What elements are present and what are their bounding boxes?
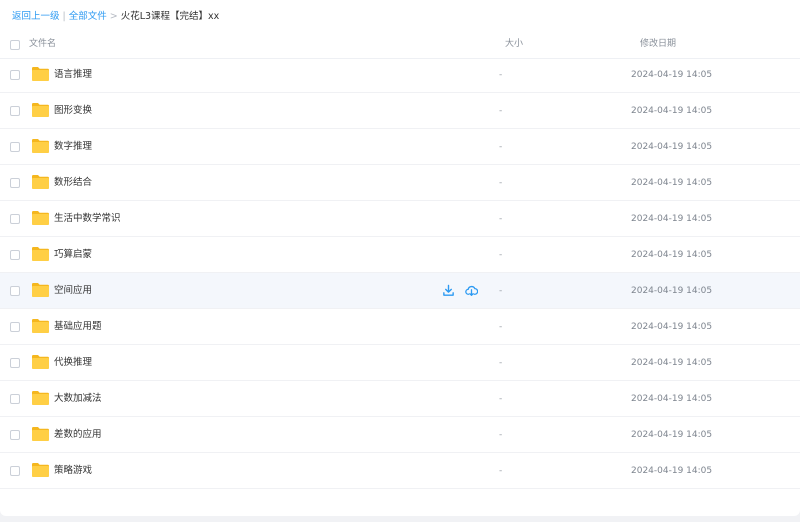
file-size: - <box>499 178 503 188</box>
file-name[interactable]: 代换推理 <box>54 345 92 381</box>
breadcrumb-separator: | <box>62 11 66 22</box>
file-list-panel: 返回上一级 | 全部文件 > 火花L3课程【完结】xx 文件名 大小 修改日期 语言推理… <box>0 0 800 516</box>
file-modified-date: 2024-04-19 14:05 <box>631 286 713 296</box>
folder-icon <box>32 463 49 477</box>
folder-icon <box>32 391 49 405</box>
table-row[interactable]: 空间应用 - 2024-04-19 14:05 <box>0 273 800 309</box>
file-name[interactable]: 空间应用 <box>54 273 92 309</box>
file-size: - <box>499 466 503 476</box>
table-row[interactable]: 差数的应用 - 2024-04-19 14:05 <box>0 417 800 453</box>
download-icon[interactable] <box>442 284 455 297</box>
row-checkbox[interactable] <box>10 358 20 368</box>
select-all-checkbox[interactable] <box>10 40 20 50</box>
folder-icon <box>32 283 49 297</box>
row-checkbox[interactable] <box>10 214 20 224</box>
file-modified-date: 2024-04-19 14:05 <box>631 106 713 116</box>
file-name[interactable]: 巧算启蒙 <box>54 237 92 273</box>
folder-icon <box>32 247 49 261</box>
table-row[interactable]: 大数加减法 - 2024-04-19 14:05 <box>0 381 800 417</box>
folder-icon <box>32 67 49 81</box>
file-size: - <box>499 250 503 260</box>
table-row[interactable]: 策略游戏 - 2024-04-19 14:05 <box>0 453 800 489</box>
table-row[interactable]: 巧算启蒙 - 2024-04-19 14:05 <box>0 237 800 273</box>
file-name[interactable]: 基础应用题 <box>54 309 102 345</box>
file-modified-date: 2024-04-19 14:05 <box>631 142 713 152</box>
row-checkbox[interactable] <box>10 466 20 476</box>
table-header: 文件名 大小 修改日期 <box>0 30 800 59</box>
file-modified-date: 2024-04-19 14:05 <box>631 70 713 80</box>
file-rows: 语言推理 - 2024-04-19 14:05 图形变换 - 2024-04-1… <box>0 57 800 489</box>
file-modified-date: 2024-04-19 14:05 <box>631 358 713 368</box>
row-checkbox[interactable] <box>10 142 20 152</box>
file-modified-date: 2024-04-19 14:05 <box>631 466 713 476</box>
column-modified-header[interactable]: 修改日期 <box>640 30 676 58</box>
file-size: - <box>499 286 503 296</box>
file-size: - <box>499 142 503 152</box>
file-name[interactable]: 生活中数学常识 <box>54 201 121 237</box>
file-modified-date: 2024-04-19 14:05 <box>631 178 713 188</box>
row-checkbox[interactable] <box>10 286 20 296</box>
all-files-link[interactable]: 全部文件 <box>69 11 107 22</box>
back-link[interactable]: 返回上一级 <box>12 11 60 22</box>
table-row[interactable]: 数形结合 - 2024-04-19 14:05 <box>0 165 800 201</box>
file-size: - <box>499 322 503 332</box>
file-name[interactable]: 图形变换 <box>54 93 92 129</box>
folder-icon <box>32 175 49 189</box>
table-row[interactable]: 基础应用题 - 2024-04-19 14:05 <box>0 309 800 345</box>
file-modified-date: 2024-04-19 14:05 <box>631 394 713 404</box>
table-row[interactable]: 数字推理 - 2024-04-19 14:05 <box>0 129 800 165</box>
table-row[interactable]: 语言推理 - 2024-04-19 14:05 <box>0 57 800 93</box>
table-row[interactable]: 图形变换 - 2024-04-19 14:05 <box>0 93 800 129</box>
row-checkbox[interactable] <box>10 250 20 260</box>
table-row[interactable]: 代换推理 - 2024-04-19 14:05 <box>0 345 800 381</box>
table-row[interactable]: 生活中数学常识 - 2024-04-19 14:05 <box>0 201 800 237</box>
cloud-download-icon[interactable] <box>465 284 478 297</box>
row-checkbox[interactable] <box>10 394 20 404</box>
file-size: - <box>499 394 503 404</box>
file-modified-date: 2024-04-19 14:05 <box>631 250 713 260</box>
breadcrumb-chevron-icon: > <box>109 11 118 22</box>
folder-icon <box>32 319 49 333</box>
file-name[interactable]: 差数的应用 <box>54 417 102 453</box>
row-checkbox[interactable] <box>10 322 20 332</box>
folder-icon <box>32 139 49 153</box>
file-modified-date: 2024-04-19 14:05 <box>631 214 713 224</box>
file-size: - <box>499 214 503 224</box>
row-checkbox[interactable] <box>10 178 20 188</box>
folder-icon <box>32 427 49 441</box>
folder-icon <box>32 211 49 225</box>
file-modified-date: 2024-04-19 14:05 <box>631 430 713 440</box>
row-checkbox[interactable] <box>10 70 20 80</box>
file-size: - <box>499 106 503 116</box>
file-size: - <box>499 358 503 368</box>
file-name[interactable]: 数形结合 <box>54 165 92 201</box>
row-checkbox[interactable] <box>10 106 20 116</box>
breadcrumb: 返回上一级 | 全部文件 > 火花L3课程【完结】xx <box>12 10 219 24</box>
file-name[interactable]: 策略游戏 <box>54 453 92 489</box>
file-size: - <box>499 430 503 440</box>
file-name[interactable]: 大数加减法 <box>54 381 102 417</box>
current-folder: 火花L3课程【完结】xx <box>120 11 220 22</box>
file-size: - <box>499 70 503 80</box>
row-checkbox[interactable] <box>10 430 20 440</box>
folder-icon <box>32 355 49 369</box>
file-modified-date: 2024-04-19 14:05 <box>631 322 713 332</box>
folder-icon <box>32 103 49 117</box>
column-name-header[interactable]: 文件名 <box>29 30 56 58</box>
file-name[interactable]: 语言推理 <box>54 57 92 93</box>
file-name[interactable]: 数字推理 <box>54 129 92 165</box>
column-size-header[interactable]: 大小 <box>505 30 523 58</box>
